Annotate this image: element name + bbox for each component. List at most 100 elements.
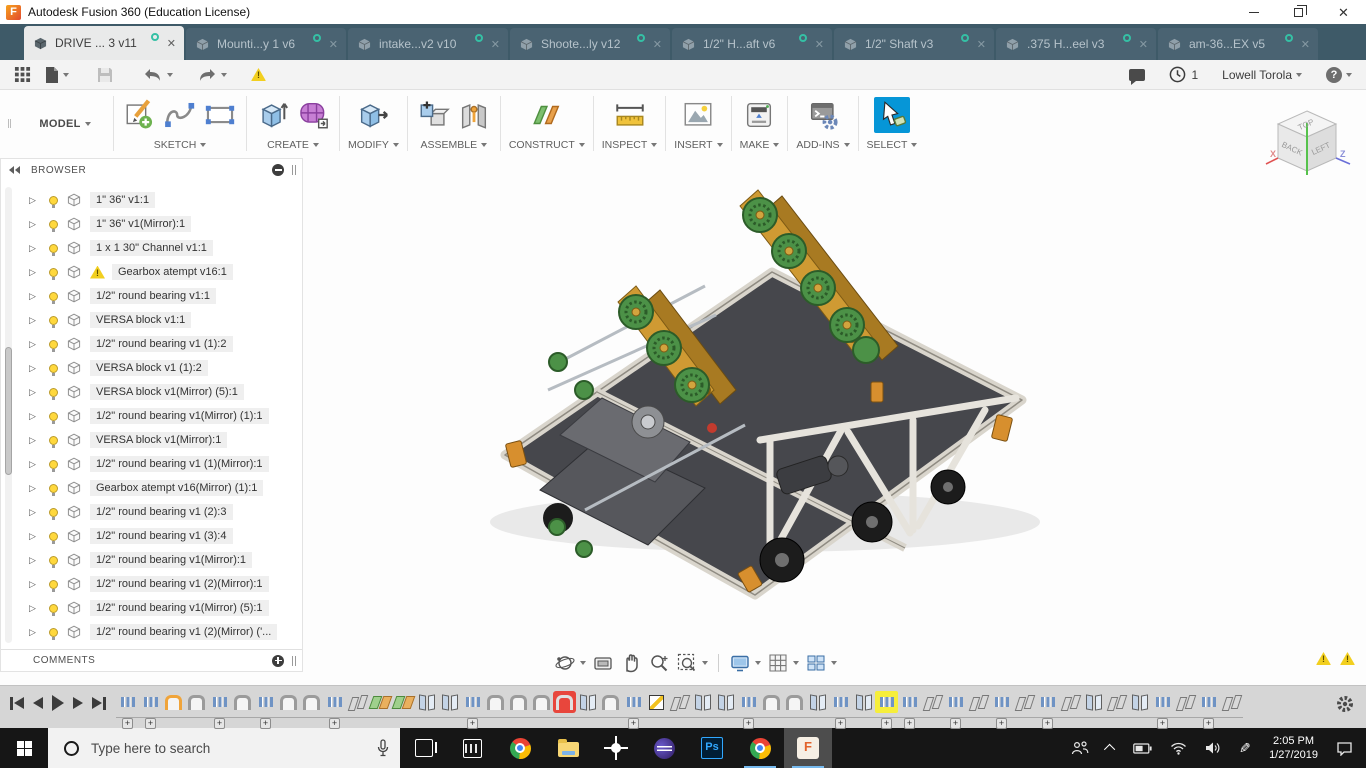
browser-scrollbar[interactable] — [5, 187, 12, 643]
timeline-feature[interactable] — [530, 691, 553, 713]
timeline-feature[interactable] — [1082, 691, 1105, 713]
add-ins-button[interactable] — [805, 97, 841, 133]
browser-item[interactable]: 1/2" round bearing v1:1 — [29, 284, 302, 308]
document-tab[interactable]: .375 H...eel v3 — [996, 28, 1156, 60]
comments-bar[interactable]: COMMENTS — [1, 649, 302, 671]
new-component-button[interactable] — [416, 97, 452, 133]
browser-scrollbar-thumb[interactable] — [5, 347, 12, 475]
visibility-bulb-icon[interactable] — [49, 388, 58, 397]
timeline-feature[interactable] — [875, 691, 898, 713]
timeline-feature[interactable] — [185, 691, 208, 713]
timeline-feature[interactable] — [737, 691, 760, 713]
timeline-expand-plus-icon[interactable] — [1203, 718, 1214, 729]
timeline-expand-plus-icon[interactable] — [881, 718, 892, 729]
ribbon-group-label-modify[interactable]: MODIFY — [348, 136, 399, 154]
timeline-expand-plus-icon[interactable] — [1157, 718, 1168, 729]
timeline-feature[interactable] — [599, 691, 622, 713]
timeline-feature[interactable] — [852, 691, 875, 713]
timeline-feature[interactable] — [691, 691, 714, 713]
document-tab[interactable]: Shoote...ly v12 — [510, 28, 670, 60]
spline-button[interactable] — [162, 97, 198, 133]
timeline-feature[interactable] — [645, 691, 668, 713]
timeline-go-to-start-button[interactable] — [10, 697, 24, 710]
close-tab-icon[interactable] — [653, 38, 662, 51]
browser-item[interactable]: 1/2" round bearing v1 (2):3 — [29, 500, 302, 524]
comments-resize-grip[interactable] — [290, 656, 296, 666]
model-viewport[interactable]: MODEL SKETCH — [0, 90, 1366, 685]
visibility-bulb-icon[interactable] — [49, 532, 58, 541]
visibility-bulb-icon[interactable] — [49, 364, 58, 373]
taskbar-app[interactable] — [640, 728, 688, 768]
close-button[interactable]: ✕ — [1321, 0, 1366, 24]
rectangle-button[interactable] — [202, 97, 238, 133]
notification-warning-icon[interactable] — [1340, 652, 1355, 665]
timeline-feature[interactable] — [346, 691, 369, 713]
visibility-bulb-icon[interactable] — [49, 604, 58, 613]
taskbar-app[interactable]: F — [784, 728, 832, 768]
browser-item[interactable]: 1/2" round bearing v1 (3):4 — [29, 524, 302, 548]
visibility-bulb-icon[interactable] — [49, 292, 58, 301]
timeline-feature[interactable] — [1197, 691, 1220, 713]
select-button[interactable] — [874, 97, 910, 133]
expand-arrow-icon[interactable] — [29, 507, 45, 518]
search-input[interactable] — [91, 741, 376, 756]
visibility-bulb-icon[interactable] — [49, 580, 58, 589]
expand-arrow-icon[interactable] — [29, 579, 45, 590]
expand-arrow-icon[interactable] — [29, 315, 45, 326]
timeline-feature[interactable] — [783, 691, 806, 713]
orbit-button[interactable] — [552, 651, 588, 675]
notification-warning-icon[interactable] — [1316, 652, 1331, 665]
timeline-expand-plus-icon[interactable] — [835, 718, 846, 729]
timeline-expand-plus-icon[interactable] — [996, 718, 1007, 729]
timeline-feature[interactable] — [1174, 691, 1197, 713]
browser-item[interactable]: 1/2" round bearing v1(Mirror) (1):1 — [29, 404, 302, 428]
timeline-feature[interactable] — [1128, 691, 1151, 713]
zoom-button[interactable] — [646, 651, 672, 675]
close-tab-icon[interactable] — [977, 38, 986, 51]
visibility-bulb-icon[interactable] — [49, 556, 58, 565]
timeline-feature[interactable] — [668, 691, 691, 713]
measure-button[interactable] — [612, 97, 648, 133]
timeline-feature[interactable] — [484, 691, 507, 713]
timeline-expand-plus-icon[interactable] — [260, 718, 271, 729]
browser-item[interactable]: 1/2" round bearing v1 (2)(Mirror) ('... — [29, 620, 302, 644]
timeline-feature[interactable] — [369, 691, 392, 713]
timeline-expand-plus-icon[interactable] — [145, 718, 156, 729]
timeline-play-button[interactable] — [52, 695, 64, 711]
timeline-feature[interactable] — [806, 691, 829, 713]
document-warning-icon[interactable] — [251, 68, 266, 81]
close-tab-icon[interactable] — [167, 37, 176, 50]
redo-button[interactable] — [197, 68, 227, 82]
visibility-bulb-icon[interactable] — [49, 220, 58, 229]
feedback-comment-icon[interactable] — [1129, 69, 1145, 81]
timeline-feature[interactable] — [714, 691, 737, 713]
wifi-icon[interactable] — [1161, 728, 1196, 768]
create-sketch-button[interactable] — [122, 97, 158, 133]
ribbon-group-label-insert[interactable]: INSERT — [674, 136, 722, 154]
browser-item[interactable]: Gearbox atempt v16:1 — [29, 260, 302, 284]
close-tab-icon[interactable] — [1139, 38, 1148, 51]
browser-item[interactable]: VERSA block v1(Mirror):1 — [29, 428, 302, 452]
timeline-step-back-button[interactable] — [33, 697, 43, 709]
ribbon-group-label-make[interactable]: MAKE — [740, 136, 780, 154]
visibility-bulb-icon[interactable] — [49, 268, 58, 277]
taskbar-clock[interactable]: 2:05 PM 1/27/2019 — [1260, 728, 1327, 768]
browser-item[interactable]: 1" 36" v1(Mirror):1 — [29, 212, 302, 236]
ribbon-group-label-select[interactable]: SELECT — [867, 136, 918, 154]
user-account-menu[interactable]: Lowell Torola — [1222, 68, 1302, 82]
timeline-feature[interactable] — [208, 691, 231, 713]
data-panel-button[interactable] — [14, 66, 31, 83]
timeline-expand-plus-icon[interactable] — [329, 718, 340, 729]
timeline-settings-gear-icon[interactable] — [1336, 695, 1354, 719]
create-form-button[interactable] — [295, 97, 331, 133]
browser-item[interactable]: 1/2" round bearing v1 (2)(Mirror):1 — [29, 572, 302, 596]
timeline-feature[interactable] — [300, 691, 323, 713]
ribbon-group-label-create[interactable]: CREATE — [267, 136, 319, 154]
taskbar-app[interactable] — [736, 728, 784, 768]
visibility-bulb-icon[interactable] — [49, 508, 58, 517]
expand-arrow-icon[interactable] — [29, 267, 45, 278]
taskbar-search[interactable] — [48, 728, 400, 768]
browser-resize-grip[interactable] — [290, 165, 296, 175]
microphone-icon[interactable] — [376, 739, 390, 757]
timeline-feature[interactable] — [231, 691, 254, 713]
